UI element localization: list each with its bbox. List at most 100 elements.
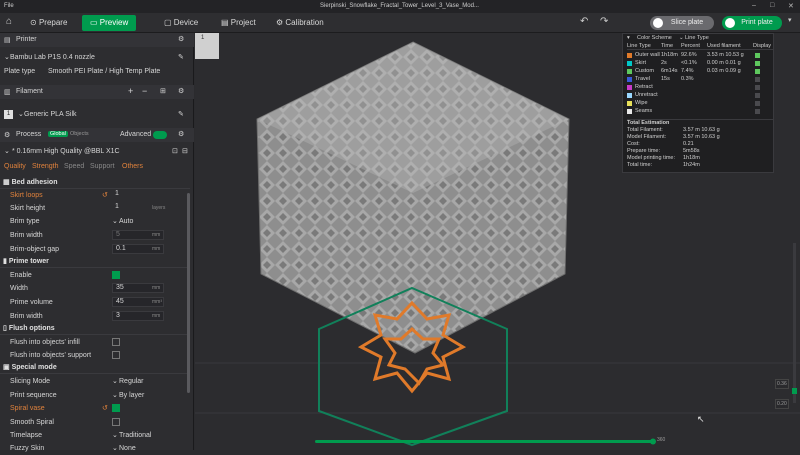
reset-icon[interactable]: ↺ [102,189,108,202]
remove-filament-icon[interactable]: − [142,86,147,96]
legend-line-type: Custom [635,68,654,74]
timelapse-select[interactable]: Traditional [119,429,151,442]
col-time: Time [661,43,674,49]
plate-number: 1 [201,35,205,41]
undo-icon[interactable]: ↶ [580,16,588,27]
legend-line-type: Retract [635,84,653,90]
mm-unit: mm [152,313,161,319]
file-menu[interactable]: File [4,3,14,9]
legend-line-type: Seams [635,108,653,114]
plate-type-row: Plate type Smooth PEI Plate / High Temp … [0,65,190,78]
brim-type-select[interactable]: Auto [119,215,133,228]
printer-settings-icon[interactable]: ⚙ [178,35,184,43]
global-toggle[interactable]: Global [48,131,68,137]
print-sequence-select[interactable]: By layer [119,389,144,402]
filament-edit-icon[interactable]: ⊞ [160,87,166,95]
dropdown-icon[interactable]: ▾ [788,16,792,24]
skirt-loops-input[interactable]: 1 [112,190,164,200]
flush-support-checkbox[interactable] [112,351,120,359]
sidebar-scrollbar[interactable] [187,193,190,393]
compare-icon[interactable]: ⊟ [182,145,188,158]
chevron-down-icon: ⌄ [679,35,684,41]
chevron-down-icon: ⌄ [112,432,118,439]
printer-header: ▤ Printer ⚙ [0,33,194,47]
legend-header: ▾ Color Scheme ⌄ Line Type [627,35,773,42]
plate-type-select[interactable]: Smooth PEI Plate / High Temp Plate [48,65,160,78]
tab-preview[interactable]: ▭ Preview [82,15,137,31]
tab-prepare[interactable]: ⊙ Prepare [22,15,75,31]
estimation-value: 5m58s [683,148,700,154]
process-preset-select[interactable]: ⌄ * 0.16mm High Quality @BBL X1C ⊡ ⊟ [0,145,190,158]
display-checkbox[interactable] [755,69,760,74]
folder-icon[interactable]: ⊡ [172,145,178,158]
tab-others[interactable]: Others [122,160,143,173]
edit-icon[interactable]: ✎ [178,108,184,121]
display-checkbox[interactable] [755,101,760,106]
printer-title: Printer [16,36,37,43]
tab-strength[interactable]: Strength [32,160,58,173]
layer-progress-bar[interactable] [315,440,655,443]
fuzzy-skin-select[interactable]: None [119,442,136,455]
process-settings-icon[interactable]: ⚙ [178,130,184,138]
col-percent: Percent [681,43,700,49]
legend-title: Color Scheme [637,35,672,41]
tab-device[interactable]: ▢ Device [156,15,206,31]
display-checkbox[interactable] [755,85,760,90]
special-mode-icon: ▣ [3,364,10,371]
tab-calibration[interactable]: ⚙ Calibration [268,15,332,31]
filament-slot-1[interactable]: 1 ⌄ Generic PLA Silk ✎ [0,108,190,121]
flush-infill-checkbox[interactable] [112,338,120,346]
layer-slider-track[interactable] [793,243,796,403]
estimation-key: Prepare time: [627,148,661,154]
redo-icon[interactable]: ↷ [600,16,608,27]
display-checkbox[interactable] [755,77,760,82]
advanced-toggle[interactable] [153,131,167,139]
home-icon[interactable]: ⌂ [6,16,12,27]
prime-brim-row: Brim width 3 mm [0,310,190,323]
tab-quality[interactable]: Quality [4,160,26,173]
print-plate-label: Print plate [741,19,773,26]
display-checkbox[interactable] [755,53,760,58]
tab-speed[interactable]: Speed [64,160,84,173]
printer-select[interactable]: ⌄ Bambu Lab P1S 0.4 nozzle ✎ [0,51,190,64]
prime-enable-checkbox[interactable] [112,271,120,279]
filament-title: Filament [16,88,43,95]
smooth-spiral-label: Smooth Spiral [10,419,54,426]
estimation-value: 3.57 m 10.63 g [683,134,720,140]
display-checkbox[interactable] [755,93,760,98]
objects-toggle[interactable]: Objects [70,131,89,137]
spiral-vase-checkbox[interactable] [112,404,120,412]
filament-settings-icon[interactable]: ⚙ [178,87,184,95]
add-filament-icon[interactable]: + [128,86,133,96]
edit-icon[interactable]: ✎ [178,51,184,64]
tab-support[interactable]: Support [90,160,115,173]
slice-plate-button[interactable]: Slice plate [650,16,714,30]
layer-slider-handle[interactable] [792,388,797,394]
print-plate-button[interactable]: Print plate [722,16,782,30]
display-checkbox[interactable] [755,109,760,114]
legend-swatch [627,69,632,74]
legend-swatch [627,77,632,82]
display-checkbox[interactable] [755,61,760,66]
legend-scheme-select[interactable]: Line Type [685,35,709,42]
legend-swatch [627,109,632,114]
fuzzy-skin-label: Fuzzy Skin [10,445,45,452]
maximize-icon[interactable]: □ [770,2,774,9]
close-icon[interactable]: ✕ [788,2,794,10]
prime-enable-row: Enable [0,269,190,282]
tab-project[interactable]: ▤ Project [213,15,264,31]
special-mode-group: ▣ Special mode [0,362,190,374]
chevron-down-icon: ⌄ [4,54,10,61]
legend-collapse-icon[interactable]: ▾ [627,35,630,42]
smooth-spiral-checkbox[interactable] [112,418,120,426]
slicing-mode-select[interactable]: Regular [119,375,144,388]
preview-icon: ▭ [90,18,100,27]
plate-thumbnail[interactable] [195,33,219,59]
reset-icon[interactable]: ↺ [102,402,108,415]
legend-time: 6m14s [661,68,678,74]
brim-gap-row: Brim-object gap 0.1 mm [0,243,190,256]
progress-handle[interactable] [650,438,656,445]
estimation-key: Cost: [627,141,640,147]
minimize-icon[interactable]: – [752,2,756,9]
slice-plate-label: Slice plate [670,19,704,26]
